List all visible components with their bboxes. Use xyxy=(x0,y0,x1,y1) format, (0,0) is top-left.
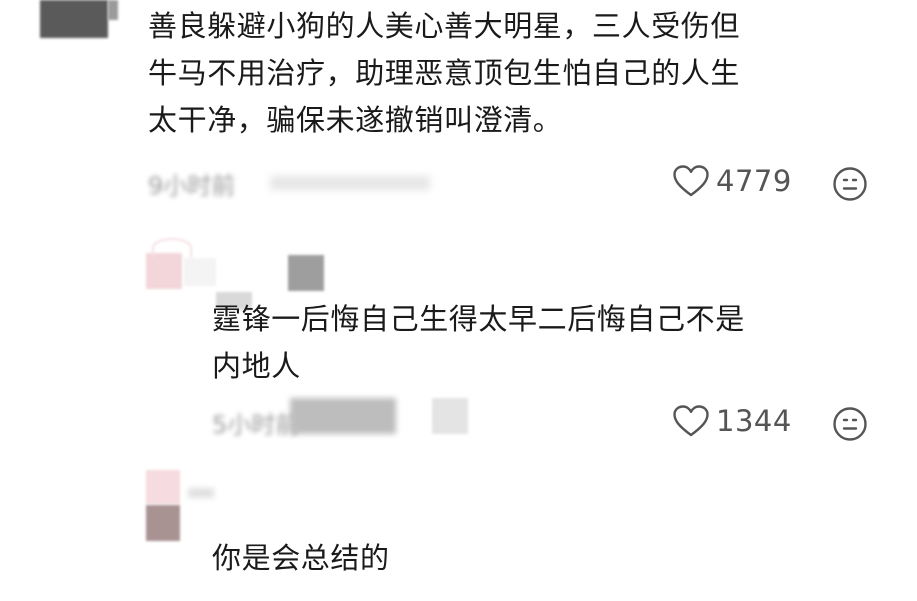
comment-timestamp: 9小时前 xyxy=(148,172,236,200)
heart-outline-icon xyxy=(673,405,709,437)
username-blur xyxy=(288,255,324,291)
like-button[interactable]: 4779 xyxy=(672,164,792,198)
comment-text-line: 太干净，骗保未遂撤销叫澄清。 xyxy=(148,103,563,137)
meta-blur xyxy=(270,176,430,190)
neutral-face-icon[interactable] xyxy=(832,166,868,202)
avatar[interactable] xyxy=(40,0,108,38)
comment-timestamp: 5小时前 xyxy=(212,411,300,439)
like-button[interactable]: 1344 xyxy=(672,404,792,438)
meta-blur xyxy=(290,398,396,434)
comment-text-line: 善良躲避小狗的人美心善大明星，三人受伤但 xyxy=(148,9,741,43)
avatar[interactable] xyxy=(146,253,182,289)
comment-text-line: 你是会总结的 xyxy=(212,541,390,575)
comment-text: 霆锋一后悔自己生得太早二后悔自己不是 内地人 xyxy=(212,296,745,390)
like-count: 4779 xyxy=(716,164,792,198)
comment-text: 善良躲避小狗的人美心善大明星，三人受伤但 牛马不用治疗，助理恶意顶包生怕自己的人… xyxy=(148,3,740,144)
neutral-face-icon[interactable] xyxy=(832,406,868,442)
like-count: 1344 xyxy=(716,404,792,438)
username-blur xyxy=(188,488,214,498)
avatar xyxy=(146,505,180,541)
meta-blur xyxy=(432,398,468,434)
comment-text-line: 霆锋一后悔自己生得太早二后悔自己不是 xyxy=(212,302,745,336)
comment-text: 你是会总结的 xyxy=(212,535,390,582)
avatar-shadow xyxy=(108,0,118,20)
avatar[interactable] xyxy=(146,470,180,504)
heart-outline-icon xyxy=(673,165,709,197)
comment-text-line: 牛马不用治疗，助理恶意顶包生怕自己的人生 xyxy=(148,56,741,90)
username-blur xyxy=(184,258,216,286)
avatar-ring xyxy=(152,238,192,258)
comment-text-line: 内地人 xyxy=(212,349,301,383)
